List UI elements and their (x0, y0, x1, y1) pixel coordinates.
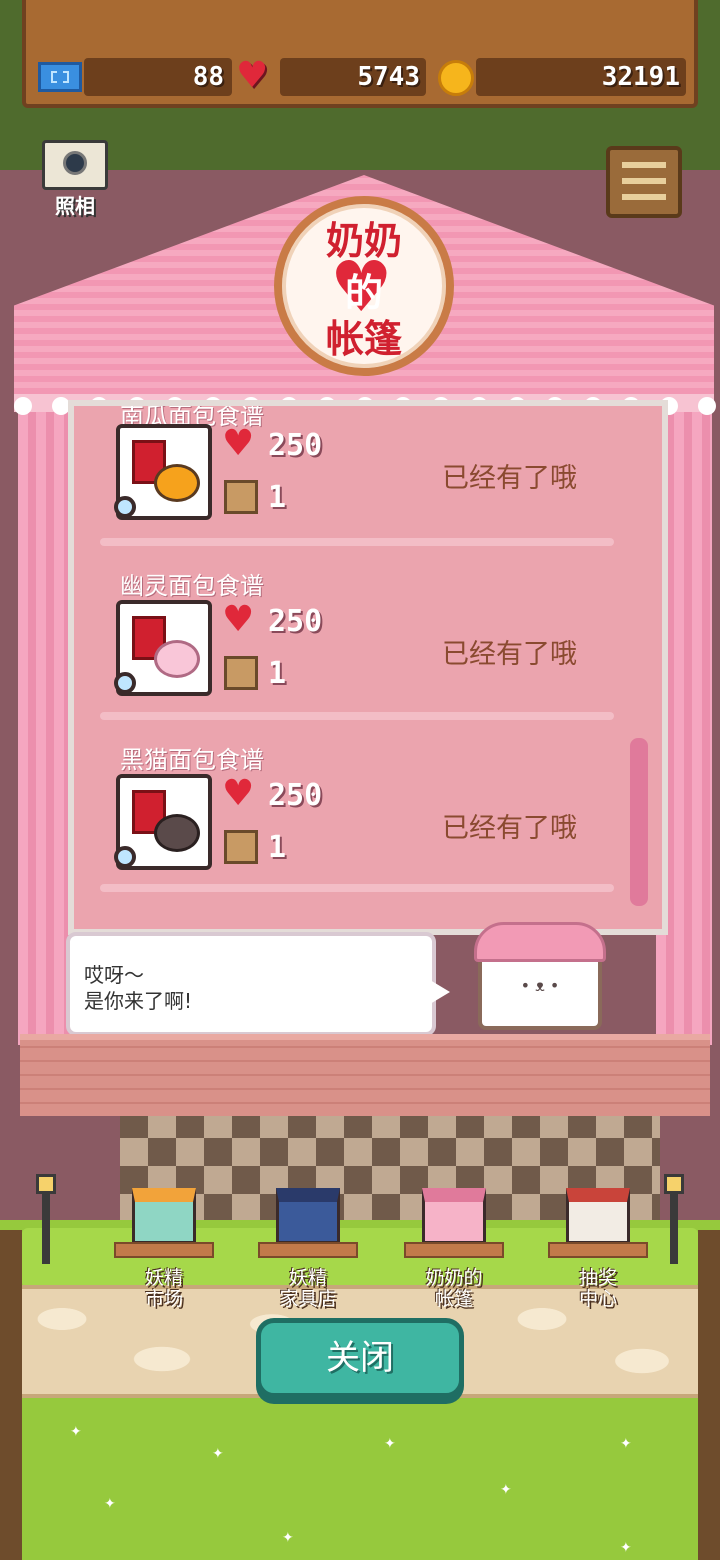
dialog-line: 是你来了啊! (84, 989, 193, 1013)
shop-label-grandma-tent[interactable]: 奶奶的 帐篷 (404, 1268, 504, 1310)
tent-building-icon (422, 1188, 486, 1244)
recipe-list-panel[interactable]: 南瓜面包食谱 ♥ 250 1 已经有了哦 幽灵面包食谱 ♥ 250 1 已经有了… (68, 400, 668, 935)
box-cost: 1 (268, 830, 287, 865)
camera-label[interactable]: 照相 (40, 190, 110, 219)
market-building-icon (132, 1188, 196, 1244)
divider (100, 538, 614, 546)
heart-cost: 250 (268, 778, 323, 813)
sparkle-icon: ✦ (212, 1446, 224, 1462)
shop-lottery-center[interactable] (548, 1180, 648, 1264)
menu-icon-bar (622, 162, 666, 168)
tickets-value: 88 (192, 62, 224, 92)
menu-button[interactable] (606, 146, 682, 218)
sparkle-icon: ✦ (104, 1496, 116, 1512)
shop-label-line: 妖精 (288, 1267, 327, 1289)
ticket-icon (38, 62, 82, 92)
shop-label-line: 奶奶的 (425, 1267, 483, 1289)
magnifier-icon (114, 672, 136, 694)
shop-label-line: 帐篷 (434, 1288, 473, 1310)
shop-base (114, 1242, 214, 1258)
shop-base (548, 1242, 648, 1258)
recipe-thumbnail[interactable] (114, 600, 212, 696)
lamp-post (36, 1174, 56, 1264)
shop-label-line: 中心 (578, 1288, 617, 1310)
heart-cost: 250 (268, 604, 323, 639)
shop-base (258, 1242, 358, 1258)
menu-icon-bar (622, 178, 666, 184)
box-cost: 1 (268, 480, 287, 515)
shop-fairy-furniture[interactable] (258, 1180, 358, 1264)
sparkle-icon: ✦ (70, 1424, 82, 1440)
hearts-value: 5743 (357, 62, 420, 92)
pumpkin-bread-icon (154, 464, 200, 502)
heart-icon: ♥ (222, 423, 255, 464)
lottery-building-icon (566, 1188, 630, 1244)
recipe-title: 幽灵面包食谱 (120, 572, 264, 600)
close-button[interactable]: 关闭 (256, 1318, 464, 1398)
shop-label-lottery-center[interactable]: 抽奖 中心 (548, 1268, 648, 1310)
magnifier-icon (114, 496, 136, 518)
heart-icon: ♥ (222, 773, 255, 814)
lamp-post (664, 1174, 684, 1264)
camera-button[interactable] (42, 140, 108, 190)
sparkle-icon: ✦ (500, 1482, 512, 1498)
heart-icon: ♥ (236, 55, 269, 96)
list-scrollbar[interactable] (630, 738, 648, 906)
menu-icon-bar (622, 194, 666, 200)
frame-right (698, 1230, 720, 1560)
pearl-decoration (14, 397, 32, 415)
shop-label-fairy-furniture[interactable]: 妖精 家具店 (258, 1268, 358, 1310)
shop-counter (20, 1034, 710, 1116)
frame-left (0, 1230, 22, 1560)
coins-value: 32191 (601, 62, 680, 92)
recipe-thumbnail[interactable] (114, 774, 212, 870)
box-icon (224, 656, 258, 690)
furniture-building-icon (276, 1188, 340, 1244)
sign-title-line1: 奶奶 (325, 219, 402, 263)
shop-base (404, 1242, 504, 1258)
shop-label-line: 抽奖 (578, 1267, 617, 1289)
pearl-decoration (698, 397, 716, 415)
owned-status: 已经有了哦 (442, 639, 577, 670)
recipe-thumbnail[interactable] (114, 424, 212, 520)
owned-status: 已经有了哦 (442, 813, 577, 844)
magnifier-icon (114, 846, 136, 868)
box-cost: 1 (268, 656, 287, 691)
sparkle-icon: ✦ (620, 1436, 632, 1452)
dialog-line: 哎呀～ (84, 963, 144, 987)
heart-icon: ♥ (222, 599, 255, 640)
box-icon (224, 480, 258, 514)
recipe-title: 黑猫面包食谱 (120, 746, 264, 774)
speech-bubble-tail (430, 980, 450, 1004)
shop-fairy-market[interactable] (114, 1180, 214, 1264)
divider (100, 884, 614, 892)
owned-status: 已经有了哦 (442, 463, 577, 494)
coin-icon (438, 60, 474, 96)
heart-cost: 250 (268, 428, 323, 463)
sparkle-icon: ✦ (620, 1540, 632, 1556)
dialog-text: 哎呀～ 是你来了啊! (84, 962, 192, 1014)
shop-label-line: 妖精 (144, 1267, 183, 1289)
black-cat-bread-icon (154, 814, 200, 852)
shop-label-fairy-market[interactable]: 妖精 市场 (114, 1268, 214, 1310)
ghost-bread-icon (154, 640, 200, 678)
sign-title-line3: 帐篷 (325, 317, 402, 361)
sparkle-icon: ✦ (282, 1530, 294, 1546)
divider (100, 712, 614, 720)
shop-grandma-tent[interactable] (404, 1180, 504, 1264)
sparkle-icon: ✦ (384, 1436, 396, 1452)
shop-label-line: 市场 (144, 1288, 183, 1310)
grandma-cap (474, 922, 606, 962)
grandma-face-icon: • ᴥ • (520, 976, 560, 995)
box-icon (224, 830, 258, 864)
list-item[interactable]: 幽灵面包食谱 ♥ 250 1 已经有了哦 (74, 564, 634, 736)
shop-label-line: 家具店 (279, 1288, 337, 1310)
